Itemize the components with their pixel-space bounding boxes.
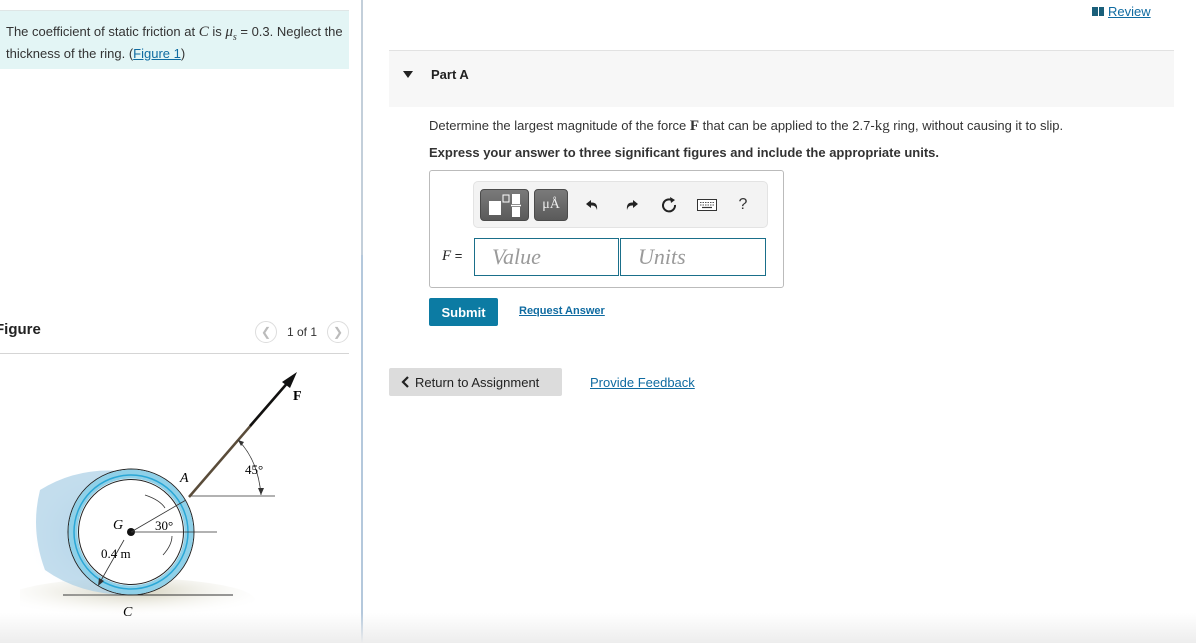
question-unit: kg: [874, 118, 890, 134]
answer-instruction: Express your answer to three significant…: [429, 145, 939, 160]
caret-down-icon: [403, 71, 413, 78]
arc-arrow-45b: [258, 488, 264, 495]
units-input[interactable]: [620, 238, 766, 276]
figure-image: F A G C 45° 30° 0.4 m: [5, 360, 320, 630]
review-label: Review: [1108, 4, 1151, 19]
return-to-assignment-button[interactable]: Return to Assignment: [389, 368, 562, 396]
answer-variable-label: F =: [442, 248, 462, 265]
keyboard-icon: [697, 199, 717, 211]
variable-symbol: F: [442, 248, 452, 264]
figure-link[interactable]: Figure 1: [133, 46, 181, 61]
templates-icon: [488, 194, 521, 217]
figure-header: Figure ❮ 1 of 1 ❯: [0, 318, 349, 354]
pane-divider-scrollbar[interactable]: [361, 255, 363, 643]
label-angle-30: 30°: [155, 518, 173, 533]
ring-diagram: F A G C 45° 30° 0.4 m: [5, 372, 302, 622]
chevron-left-icon: ❮: [260, 325, 271, 339]
figure-prev-button[interactable]: ❮: [254, 321, 277, 343]
part-title: Part A: [431, 67, 469, 82]
figure-pagination: ❮ 1 of 1 ❯: [254, 321, 349, 343]
units-icon: μÅ: [542, 197, 560, 212]
label-g: G: [113, 518, 123, 533]
chevron-left-icon: [401, 376, 409, 388]
point-c-symbol: C: [198, 24, 209, 40]
answer-box: μÅ ? F = Value Units: [429, 170, 784, 288]
review-link[interactable]: Review: [1092, 4, 1151, 19]
redo-icon: [626, 200, 638, 210]
math-toolbar: μÅ ?: [473, 181, 768, 228]
force-line-tip: [249, 379, 291, 427]
request-answer-link[interactable]: Request Answer: [519, 305, 605, 317]
equals-sign: =: [451, 248, 463, 263]
question-part-1: Determine the largest magnitude of the f…: [429, 118, 690, 133]
question-part-2: that can be applied to the 2.7-: [699, 118, 875, 133]
reset-icon: [662, 197, 677, 213]
intro-close-paren: ): [180, 46, 186, 61]
return-label: Return to Assignment: [415, 374, 540, 390]
figure-next-button[interactable]: ❯: [327, 321, 349, 343]
units-button[interactable]: μÅ: [534, 189, 568, 221]
keyboard-button[interactable]: [696, 194, 718, 216]
question-force-symbol: F: [689, 118, 700, 134]
label-c: C: [123, 605, 133, 620]
intro-text: The coefficient of static friction at: [6, 24, 199, 39]
help-icon: ?: [738, 196, 748, 213]
figure-counter: 1 of 1: [286, 325, 317, 339]
mu-char: μ: [225, 24, 233, 40]
intro-text-is: is: [208, 24, 226, 39]
provide-feedback-link[interactable]: Provide Feedback: [590, 375, 695, 390]
problem-intro: The coefficient of static friction at C …: [0, 10, 349, 69]
chevron-right-icon: ❯: [332, 325, 344, 339]
undo-icon: [586, 200, 598, 210]
mu-symbol: μs: [225, 24, 236, 43]
label-a: A: [179, 471, 189, 486]
left-pane: The coefficient of static friction at C …: [0, 0, 362, 643]
label-force: F: [293, 389, 302, 404]
help-button[interactable]: ?: [732, 194, 754, 216]
label-angle-45: 45°: [245, 462, 263, 477]
question-text: Determine the largest magnitude of the f…: [429, 118, 1063, 135]
redo-button[interactable]: [620, 194, 642, 216]
book-icon: [1092, 7, 1104, 16]
question-part-3: ring, without causing it to slip.: [889, 118, 1064, 133]
submit-button[interactable]: Submit: [429, 298, 498, 326]
undo-button[interactable]: [582, 194, 604, 216]
templates-button[interactable]: [480, 189, 529, 221]
label-radius: 0.4 m: [101, 546, 131, 561]
part-a-header[interactable]: Part A: [389, 50, 1174, 107]
figure-title: Figure: [0, 321, 41, 338]
value-input[interactable]: [474, 238, 619, 276]
reset-button[interactable]: [658, 194, 680, 216]
